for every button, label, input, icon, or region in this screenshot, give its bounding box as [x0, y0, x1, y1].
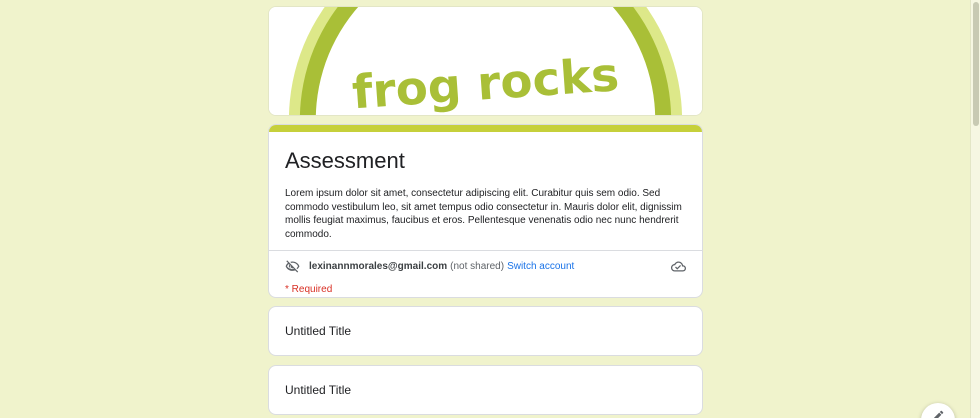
form-title-card: Assessment Lorem ipsum dolor sit amet, c…: [268, 124, 703, 298]
required-note: * Required: [285, 284, 333, 295]
cloud-icon: [671, 259, 686, 274]
scrollbar-thumb[interactable]: [973, 2, 979, 126]
question-title: Untitled Title: [285, 324, 352, 338]
switch-account-link[interactable]: Switch account: [507, 261, 574, 272]
question-card[interactable]: Untitled Title: [268, 306, 703, 356]
page-scrollbar[interactable]: [970, 0, 980, 418]
accent-bar: [269, 125, 702, 132]
form-description: Lorem ipsum dolor sit amet, consectetur …: [285, 188, 682, 240]
account-row: lexinannmorales@gmail.com (not shared) S…: [269, 251, 702, 281]
account-email: lexinannmorales@gmail.com: [309, 260, 448, 272]
header-banner: frog rocks: [268, 6, 703, 116]
eye-off-icon: [285, 259, 300, 274]
not-shared-label: (not shared): [450, 260, 505, 272]
question-title: Untitled Title: [285, 383, 352, 397]
banner-image: frog rocks: [269, 7, 702, 115]
question-card[interactable]: Untitled Title: [268, 365, 703, 415]
edit-button[interactable]: [921, 403, 955, 418]
form-title: Assessment: [285, 148, 405, 173]
pencil-icon: [931, 409, 945, 418]
